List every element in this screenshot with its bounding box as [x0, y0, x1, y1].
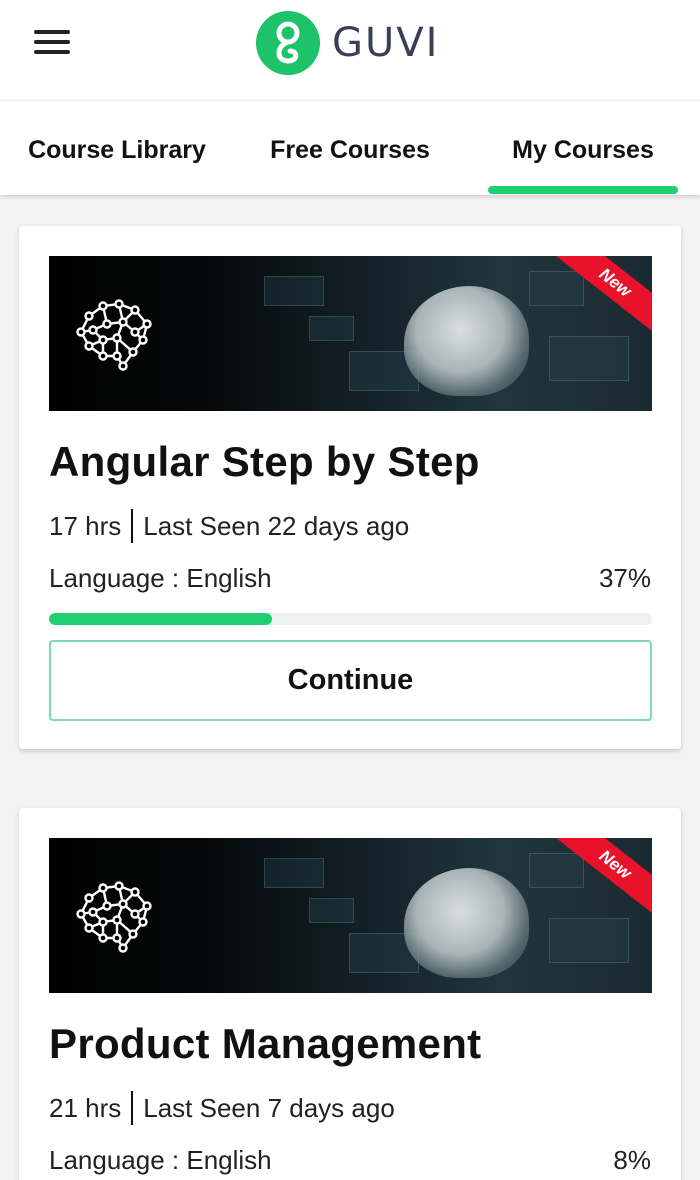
guvi-logo[interactable]: GUVI — [256, 11, 439, 75]
active-tab-indicator — [488, 186, 678, 194]
brain-image — [404, 286, 529, 396]
course-title[interactable]: Product Management — [49, 1020, 481, 1068]
course-title[interactable]: Angular Step by Step — [49, 438, 480, 486]
course-tabs: Course Library Free Courses My Courses — [0, 100, 700, 195]
progress-fill — [49, 613, 273, 625]
hamburger-menu-icon[interactable] — [34, 30, 70, 56]
guvi-logo-icon — [256, 11, 320, 75]
tab-course-library[interactable]: Course Library — [0, 101, 234, 196]
brain-image — [404, 868, 529, 978]
tab-my-courses[interactable]: My Courses — [466, 101, 700, 196]
course-card[interactable]: New Angular Step by Step 17 hrs Last See… — [19, 226, 681, 749]
course-language: Language : English — [49, 1145, 272, 1175]
progress-percent: 37% — [598, 563, 651, 593]
course-meta: 17 hrs Last Seen 22 days ago — [49, 509, 409, 543]
neural-network-brain-icon — [76, 299, 152, 371]
course-card[interactable]: New Product Management 21 hrs Last Seen … — [19, 808, 681, 1180]
meta-divider — [131, 1091, 134, 1125]
last-seen: Last Seen 22 days ago — [143, 510, 410, 541]
app-header: GUVI — [0, 0, 700, 100]
course-language: Language : English — [49, 563, 272, 593]
logo-text: GUVI — [332, 20, 440, 66]
progress-bar — [49, 613, 652, 625]
course-meta: 21 hrs Last Seen 7 days ago — [49, 1091, 395, 1125]
last-seen: Last Seen 7 days ago — [143, 1092, 395, 1123]
continue-button[interactable]: Continue — [49, 640, 652, 721]
progress-percent: 8% — [613, 1145, 651, 1175]
course-duration: 17 hrs — [49, 510, 122, 541]
course-duration: 21 hrs — [49, 1092, 122, 1123]
course-banner[interactable]: New — [49, 256, 652, 411]
course-banner[interactable]: New — [49, 838, 652, 993]
neural-network-brain-icon — [76, 881, 152, 953]
meta-divider — [131, 509, 134, 543]
tab-free-courses[interactable]: Free Courses — [234, 101, 466, 196]
